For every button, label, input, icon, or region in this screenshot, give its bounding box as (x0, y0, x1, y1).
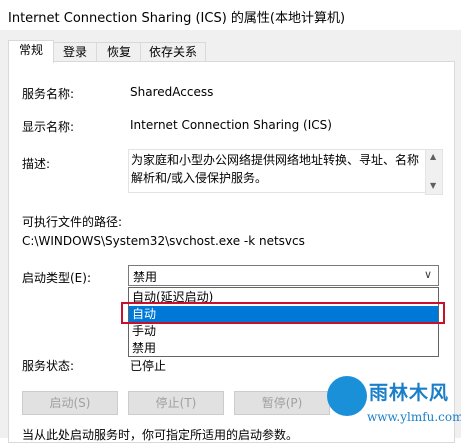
tab-general[interactable]: 常规 (8, 40, 54, 63)
startup-type-label: 启动类型(E): (22, 271, 91, 285)
footer-hint: 当从此处启动服务时，你可指定所适用的启动参数。 (22, 428, 299, 442)
watermark-globe-icon (327, 376, 367, 416)
watermark-url: www.ylmfu.com (367, 410, 461, 424)
pause-button[interactable]: 暂停(P) (234, 391, 330, 415)
start-button[interactable]: 启动(S) (22, 391, 118, 415)
watermark-text: 雨林木风 (369, 382, 450, 404)
option-disabled[interactable]: 禁用 (129, 340, 438, 357)
service-name-label: 服务名称: (22, 87, 75, 101)
service-status-label: 服务状态: (22, 359, 75, 373)
tab-dependencies[interactable]: 依存关系 (140, 42, 206, 62)
chevron-down-icon[interactable]: ∨ (424, 268, 432, 281)
option-auto[interactable]: 自动 (129, 306, 438, 323)
description-box[interactable]: 为家庭和小型办公网络提供网络地址转换、寻址、名称解析和/或入侵保护服务。 ▲ ▼ (128, 149, 443, 195)
window-title: Internet Connection Sharing (ICS) 的属性(本地… (8, 11, 346, 26)
description-text: 为家庭和小型办公网络提供网络地址转换、寻址、名称解析和/或入侵保护服务。 (131, 153, 420, 185)
tab-recovery[interactable]: 恢复 (96, 42, 142, 62)
description-scrollbar[interactable]: ▲ ▼ (425, 149, 443, 195)
scroll-up-icon[interactable]: ▲ (430, 152, 436, 161)
stop-button[interactable]: 停止(T) (128, 391, 224, 415)
service-name-value: SharedAccess (130, 85, 214, 99)
startup-type-dropdown: 自动(延迟启动) 自动 手动 禁用 (128, 287, 439, 357)
service-status-value: 已停止 (130, 359, 167, 373)
option-auto-delayed[interactable]: 自动(延迟启动) (129, 289, 438, 306)
scroll-down-icon[interactable]: ▼ (430, 181, 436, 190)
exe-path-label: 可执行文件的路径: (22, 215, 123, 229)
watermark-logo: 雨林木风 www.ylmfu.com (327, 372, 461, 434)
startup-type-select[interactable]: 禁用 ∨ (128, 265, 439, 286)
startup-type-value: 禁用 (133, 270, 158, 284)
exe-path-value: C:\WINDOWS\System32\svchost.exe -k netsv… (22, 234, 305, 248)
title-bar: Internet Connection Sharing (ICS) 的属性(本地… (0, 0, 461, 30)
description-label: 描述: (22, 157, 51, 171)
display-name-label: 显示名称: (22, 120, 75, 134)
display-name-value: Internet Connection Sharing (ICS) (130, 118, 332, 132)
option-manual[interactable]: 手动 (129, 323, 438, 340)
tab-logon[interactable]: 登录 (52, 42, 98, 62)
